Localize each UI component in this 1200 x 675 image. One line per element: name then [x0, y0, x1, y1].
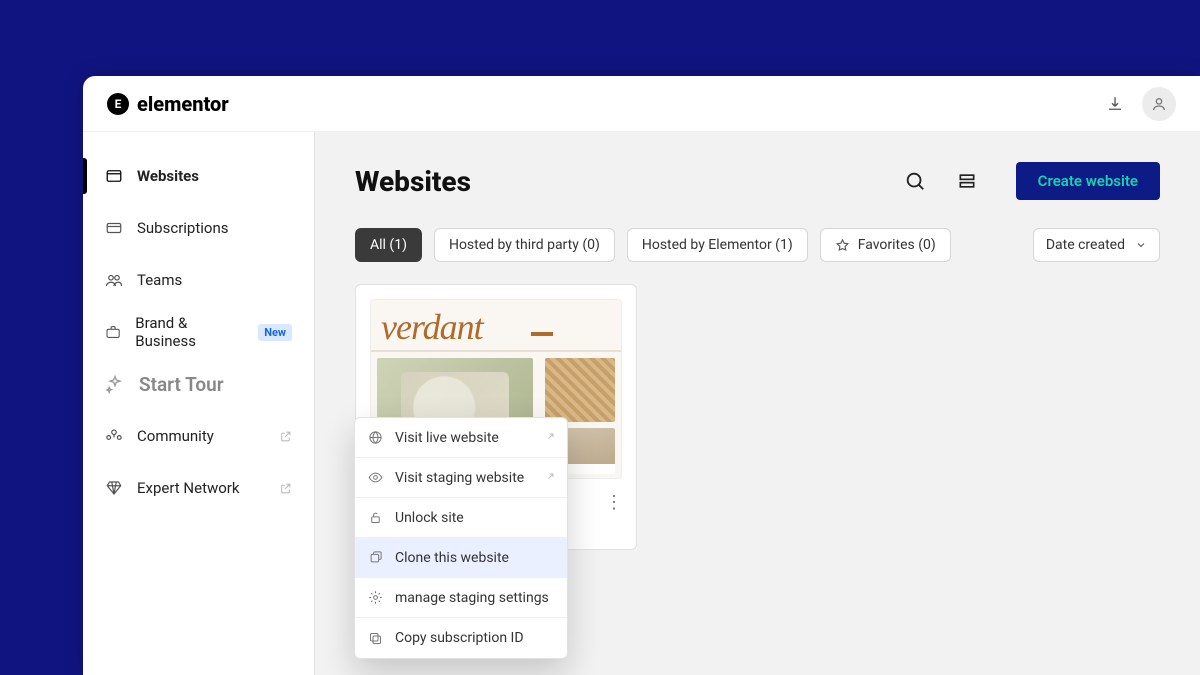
- sidebar-item-brand-business[interactable]: Brand & Business New: [83, 306, 314, 358]
- sidebar-item-expert-network[interactable]: Expert Network: [83, 462, 314, 514]
- sidebar-item-subscriptions[interactable]: Subscriptions: [83, 202, 314, 254]
- account-button[interactable]: [1142, 87, 1176, 121]
- clone-icon: [367, 550, 383, 566]
- ctx-copy-subscription[interactable]: Copy subscription ID: [355, 618, 567, 658]
- filter-by-elementor[interactable]: Hosted by Elementor (1): [627, 228, 808, 262]
- sidebar-item-label: Teams: [137, 271, 182, 289]
- external-link-icon: [543, 472, 555, 484]
- window-icon: [105, 167, 123, 185]
- globe-icon: [367, 430, 383, 446]
- users-icon: [105, 271, 123, 289]
- external-link-icon: [279, 430, 292, 443]
- ctx-unlock-site[interactable]: Unlock site: [355, 498, 567, 538]
- sparkle-icon: [105, 374, 125, 394]
- sidebar-item-label: Start Tour: [139, 373, 224, 396]
- sidebar-item-label: Community: [137, 427, 214, 445]
- star-icon: [835, 238, 850, 253]
- card-more-button[interactable]: ⋮: [605, 492, 624, 513]
- external-link-icon: [279, 482, 292, 495]
- ctx-visit-live[interactable]: Visit live website: [355, 418, 567, 458]
- brand-name: elementor: [137, 92, 229, 116]
- external-link-icon: [543, 432, 555, 444]
- copy-icon: [367, 630, 383, 646]
- chevron-down-icon: [1135, 239, 1147, 251]
- card-icon: [105, 219, 123, 237]
- search-icon: [904, 170, 926, 192]
- diamond-icon: [105, 479, 123, 497]
- sidebar-item-teams[interactable]: Teams: [83, 254, 314, 306]
- unlock-icon: [367, 510, 383, 526]
- search-button[interactable]: [904, 170, 926, 192]
- sidebar-item-websites[interactable]: Websites: [83, 150, 314, 202]
- filter-favorites[interactable]: Favorites (0): [820, 228, 951, 262]
- sidebar-item-start-tour[interactable]: Start Tour: [83, 358, 314, 410]
- sidebar-item-community[interactable]: Community: [83, 410, 314, 462]
- create-website-button[interactable]: Create website: [1016, 162, 1160, 200]
- app-window: E elementor Websites Subscriptions Teams: [83, 76, 1200, 675]
- brand: E elementor: [107, 92, 229, 116]
- sidebar-item-label: Subscriptions: [137, 219, 228, 237]
- briefcase-icon: [105, 323, 121, 341]
- topbar: E elementor: [83, 76, 1200, 132]
- page-header: Websites Create website: [355, 162, 1160, 200]
- brand-mark-icon: E: [107, 93, 129, 115]
- list-view-icon: [957, 171, 977, 191]
- filter-bar: All (1) Hosted by third party (0) Hosted…: [355, 228, 1160, 262]
- body: Websites Subscriptions Teams Brand & Bus…: [83, 132, 1200, 675]
- sidebar-item-label: Brand & Business: [135, 314, 240, 350]
- new-badge: New: [258, 324, 292, 341]
- sidebar-item-label: Websites: [137, 167, 199, 185]
- sidebar-item-label: Expert Network: [137, 479, 240, 497]
- user-icon: [1151, 96, 1167, 112]
- filter-third-party[interactable]: Hosted by third party (0): [434, 228, 615, 262]
- main-panel: Websites Create website All (1) Hosted b…: [315, 132, 1200, 675]
- gear-icon: [367, 590, 383, 606]
- context-menu: Visit live website Visit staging website…: [354, 417, 568, 659]
- view-toggle-button[interactable]: [956, 170, 978, 192]
- community-icon: [105, 427, 123, 445]
- sort-dropdown[interactable]: Date created: [1033, 228, 1160, 262]
- download-button[interactable]: [1098, 87, 1132, 121]
- download-icon: [1106, 95, 1124, 113]
- ctx-manage-staging[interactable]: manage staging settings: [355, 578, 567, 618]
- filter-all[interactable]: All (1): [355, 228, 422, 262]
- ctx-visit-staging[interactable]: Visit staging website: [355, 458, 567, 498]
- sidebar: Websites Subscriptions Teams Brand & Bus…: [83, 132, 315, 675]
- thumbnail-brand: verdant: [381, 306, 483, 348]
- eye-icon: [367, 470, 383, 486]
- page-title: Websites: [355, 165, 471, 198]
- ctx-clone-website[interactable]: Clone this website: [355, 538, 567, 578]
